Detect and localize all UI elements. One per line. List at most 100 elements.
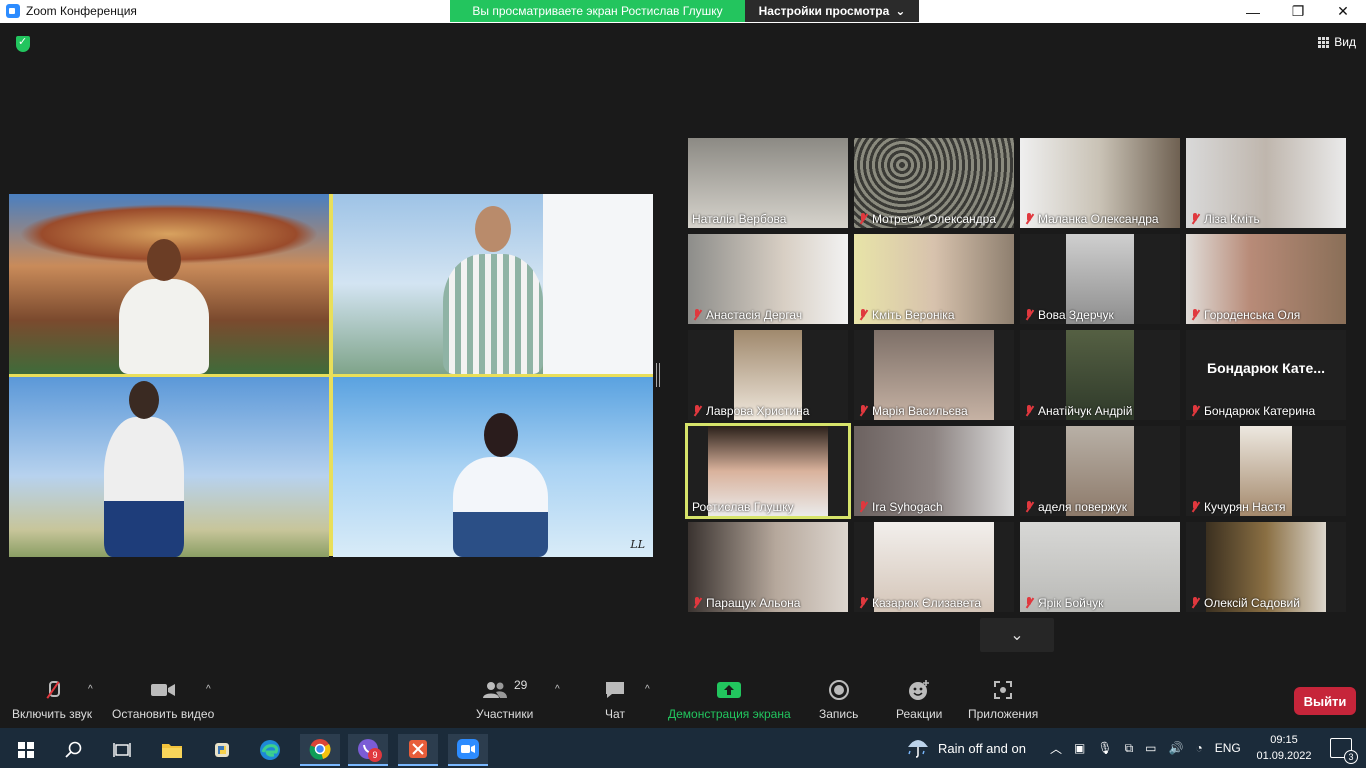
participant-tile-active-speaker[interactable]: Ростислав Глушку [685, 423, 851, 519]
participant-tile[interactable]: Лаврова Христина [688, 330, 848, 420]
participant-name: Ростислав Глушку [692, 500, 794, 514]
language-indicator[interactable]: ENG [1215, 741, 1241, 755]
apps-icon [993, 678, 1013, 702]
apps-button[interactable]: Приложения [968, 678, 1038, 721]
speaker-icon[interactable]: 🔊 [1169, 741, 1184, 755]
mic-muted-icon [1024, 405, 1034, 417]
meet-now-icon[interactable]: ⧉ [1125, 741, 1134, 756]
participants-label: Участники [476, 707, 534, 721]
participant-name: Анатійчук Андрій [1038, 404, 1133, 418]
reactions-button[interactable]: Реакции [896, 678, 942, 721]
participant-tile[interactable]: Наталія Вербова [688, 138, 848, 228]
close-button[interactable]: ✕ [1320, 0, 1366, 23]
search-icon[interactable] [54, 734, 94, 766]
split-resize-handle[interactable] [656, 363, 660, 387]
viber-badge: 9 [368, 748, 382, 762]
participant-name: Олексій Садовий [1204, 596, 1300, 610]
chrome-browser-icon[interactable] [300, 734, 340, 766]
apps-label: Приложения [968, 707, 1039, 721]
participant-tile[interactable]: Анастасія Дергач [688, 234, 848, 324]
participant-name: Бондарюк Катерина [1204, 404, 1316, 418]
chat-button[interactable]: Чат [604, 678, 626, 721]
mic-muted-icon [1024, 213, 1034, 225]
viewing-screen-label: Вы просматриваете экран Ростислав Глушку [450, 0, 745, 22]
video-watermark: LL [630, 538, 645, 551]
participant-tile[interactable]: Городенська Оля [1186, 234, 1346, 324]
mic-muted-icon [1024, 597, 1034, 609]
participant-tile[interactable]: Анатійчук Андрій [1020, 330, 1180, 420]
participant-name: Ярік Бойчук [1038, 596, 1104, 610]
clock-date: 01.09.2022 [1256, 750, 1312, 762]
participant-name: Кучурян Настя [1204, 500, 1286, 514]
shared-screen: LL [9, 194, 653, 557]
participant-tile[interactable]: Паращук Альона [688, 522, 848, 612]
participant-tile[interactable]: Вова Здерчук [1020, 234, 1180, 324]
python-icon[interactable] [202, 734, 242, 766]
participant-name: аделя повержук [1038, 500, 1127, 514]
leave-meeting-button[interactable]: Выйти [1294, 687, 1356, 715]
participant-name: Маланка Олександра [1038, 212, 1159, 226]
participant-tile[interactable]: Марія Васильєва [854, 330, 1014, 420]
wifi-icon[interactable]: ◔ [1195, 741, 1202, 755]
participant-tile[interactable]: Кміть Вероніка [854, 234, 1014, 324]
participant-name: Ira Syhogach [872, 500, 943, 514]
video-options-caret[interactable]: ^ [206, 684, 211, 695]
shield-icon[interactable] [16, 35, 30, 52]
windows-start-icon[interactable] [6, 734, 46, 766]
participant-name: Паращук Альона [706, 596, 801, 610]
stop-video-label: Остановить видео [112, 707, 215, 721]
stop-video-button[interactable]: Остановить видео [112, 678, 214, 721]
chevron-down-icon: ⌄ [895, 4, 906, 18]
chat-icon [604, 678, 626, 702]
share-screen-button[interactable]: Демонстрация экрана [668, 678, 791, 721]
participants-button[interactable]: 29 Участники [476, 678, 533, 721]
participant-name: Вова Здерчук [1038, 308, 1114, 322]
participant-tile[interactable]: Казарюк Єлизавета [854, 522, 1014, 612]
shared-video-frame [333, 194, 653, 374]
participants-options-caret[interactable]: ^ [555, 684, 560, 695]
view-button[interactable]: Вид [1318, 35, 1356, 49]
audio-options-caret[interactable]: ^ [88, 684, 93, 695]
chevron-up-icon[interactable]: ︿ [1050, 740, 1062, 757]
participant-tile[interactable]: Олексій Садовий [1186, 522, 1346, 612]
edge-browser-icon[interactable] [250, 734, 290, 766]
participant-tile[interactable]: аделя повержук [1020, 426, 1180, 516]
microphone-icon[interactable]: 🎙 [1097, 741, 1112, 755]
participant-tile[interactable]: Ira Syhogach [854, 426, 1014, 516]
mic-muted-icon [45, 680, 61, 700]
chat-options-caret[interactable]: ^ [645, 684, 650, 695]
clock[interactable]: 09:15 01.09.2022 [1254, 732, 1314, 764]
emoji-icon [908, 678, 930, 702]
participant-name: Ліза Кміть [1204, 212, 1260, 226]
participant-tile[interactable]: Мотреску Олександра [854, 138, 1014, 228]
task-view-icon[interactable] [102, 734, 142, 766]
weather-text: Rain off and on [938, 740, 1026, 756]
unmute-button[interactable]: Включить звук [12, 678, 92, 721]
restore-button[interactable]: ❐ [1275, 0, 1321, 23]
minimize-button[interactable]: — [1230, 0, 1276, 23]
more-participants-button[interactable]: ⌄ [980, 618, 1054, 652]
reactions-label: Реакции [896, 707, 943, 721]
participant-tile[interactable]: Бондарюк Кате... Бондарюк Катерина [1186, 330, 1346, 420]
snip-tool-icon[interactable] [398, 734, 438, 766]
battery-icon[interactable]: ▭ [1145, 741, 1156, 755]
notification-center-icon[interactable]: 3 [1330, 738, 1358, 764]
record-button[interactable]: Запись [819, 678, 858, 721]
mic-muted-icon [858, 501, 868, 513]
mic-muted-icon [1190, 213, 1200, 225]
camera-tray-icon[interactable]: ▣ [1074, 741, 1085, 755]
weather-widget[interactable]: Rain off and on [906, 728, 1026, 768]
share-screen-icon [716, 678, 742, 702]
view-options-button[interactable]: Настройки просмотра ⌄ [745, 0, 919, 22]
participant-tile[interactable]: Кучурян Настя [1186, 426, 1346, 516]
mic-muted-icon [1190, 501, 1200, 513]
screen-share-banner: Вы просматриваете экран Ростислав Глушку… [450, 0, 919, 22]
file-explorer-icon[interactable] [152, 734, 192, 766]
participant-tile[interactable]: Ярік Бойчук [1020, 522, 1180, 612]
shared-video-frame [9, 194, 329, 374]
share-screen-label: Демонстрация экрана [668, 707, 791, 721]
viber-icon[interactable]: 9 [348, 734, 388, 766]
participant-tile[interactable]: Маланка Олександра [1020, 138, 1180, 228]
participant-tile[interactable]: Ліза Кміть [1186, 138, 1346, 228]
zoom-taskbar-icon[interactable] [448, 734, 488, 766]
